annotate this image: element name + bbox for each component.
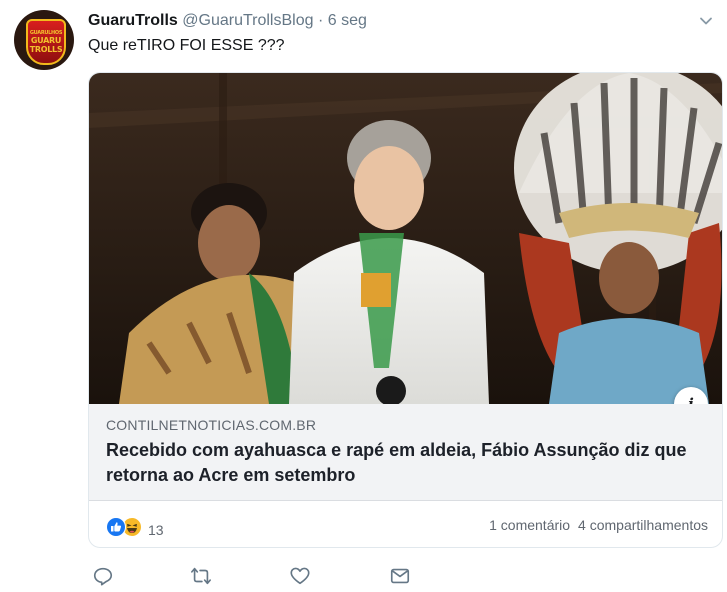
author-handle[interactable]: @GuaruTrollsBlog <box>182 12 313 29</box>
guarutrolls-logo: GUARULHOS GUARU TROLLS <box>26 19 66 65</box>
card-headline[interactable]: Recebido com ayahuasca e rapé em aldeia,… <box>106 438 706 488</box>
separator-dot: · <box>317 12 324 29</box>
article-photo[interactable] <box>89 73 722 404</box>
shares-count[interactable]: 4 compartilhamentos <box>578 517 708 533</box>
logo-line-middle: GUARU <box>30 36 62 45</box>
chevron-down-icon[interactable] <box>699 14 713 28</box>
reaction-count: 13 <box>148 521 164 538</box>
tweet-header: GuaruTrolls @GuaruTrollsBlog · 6 seg <box>88 12 367 30</box>
card-domain: CONTILNETNOTICIAS.COM.BR <box>106 417 317 433</box>
comments-count[interactable]: 1 comentário <box>489 517 570 533</box>
retweet-icon[interactable] <box>190 565 214 589</box>
card-meta: CONTILNETNOTICIAS.COM.BR Recebido com ay… <box>89 404 722 501</box>
tweet-timestamp[interactable]: 6 seg <box>328 12 367 29</box>
card-stats: 1 comentário 4 compartilhamentos <box>489 517 708 533</box>
heart-icon[interactable] <box>289 565 313 589</box>
author-name[interactable]: GuaruTrolls <box>88 12 178 29</box>
reply-icon[interactable] <box>92 565 116 589</box>
mail-icon[interactable] <box>389 565 413 589</box>
tweet-text: Que reTIRO FOI ESSE ??? <box>88 37 285 54</box>
avatar[interactable]: GUARULHOS GUARU TROLLS <box>14 10 74 70</box>
logo-line-bottom: TROLLS <box>29 45 63 54</box>
link-preview-card[interactable]: i CONTILNETNOTICIAS.COM.BR Recebido com … <box>88 72 723 548</box>
like-reaction-icon <box>106 517 126 542</box>
reaction-summary[interactable]: 13 <box>106 517 164 542</box>
